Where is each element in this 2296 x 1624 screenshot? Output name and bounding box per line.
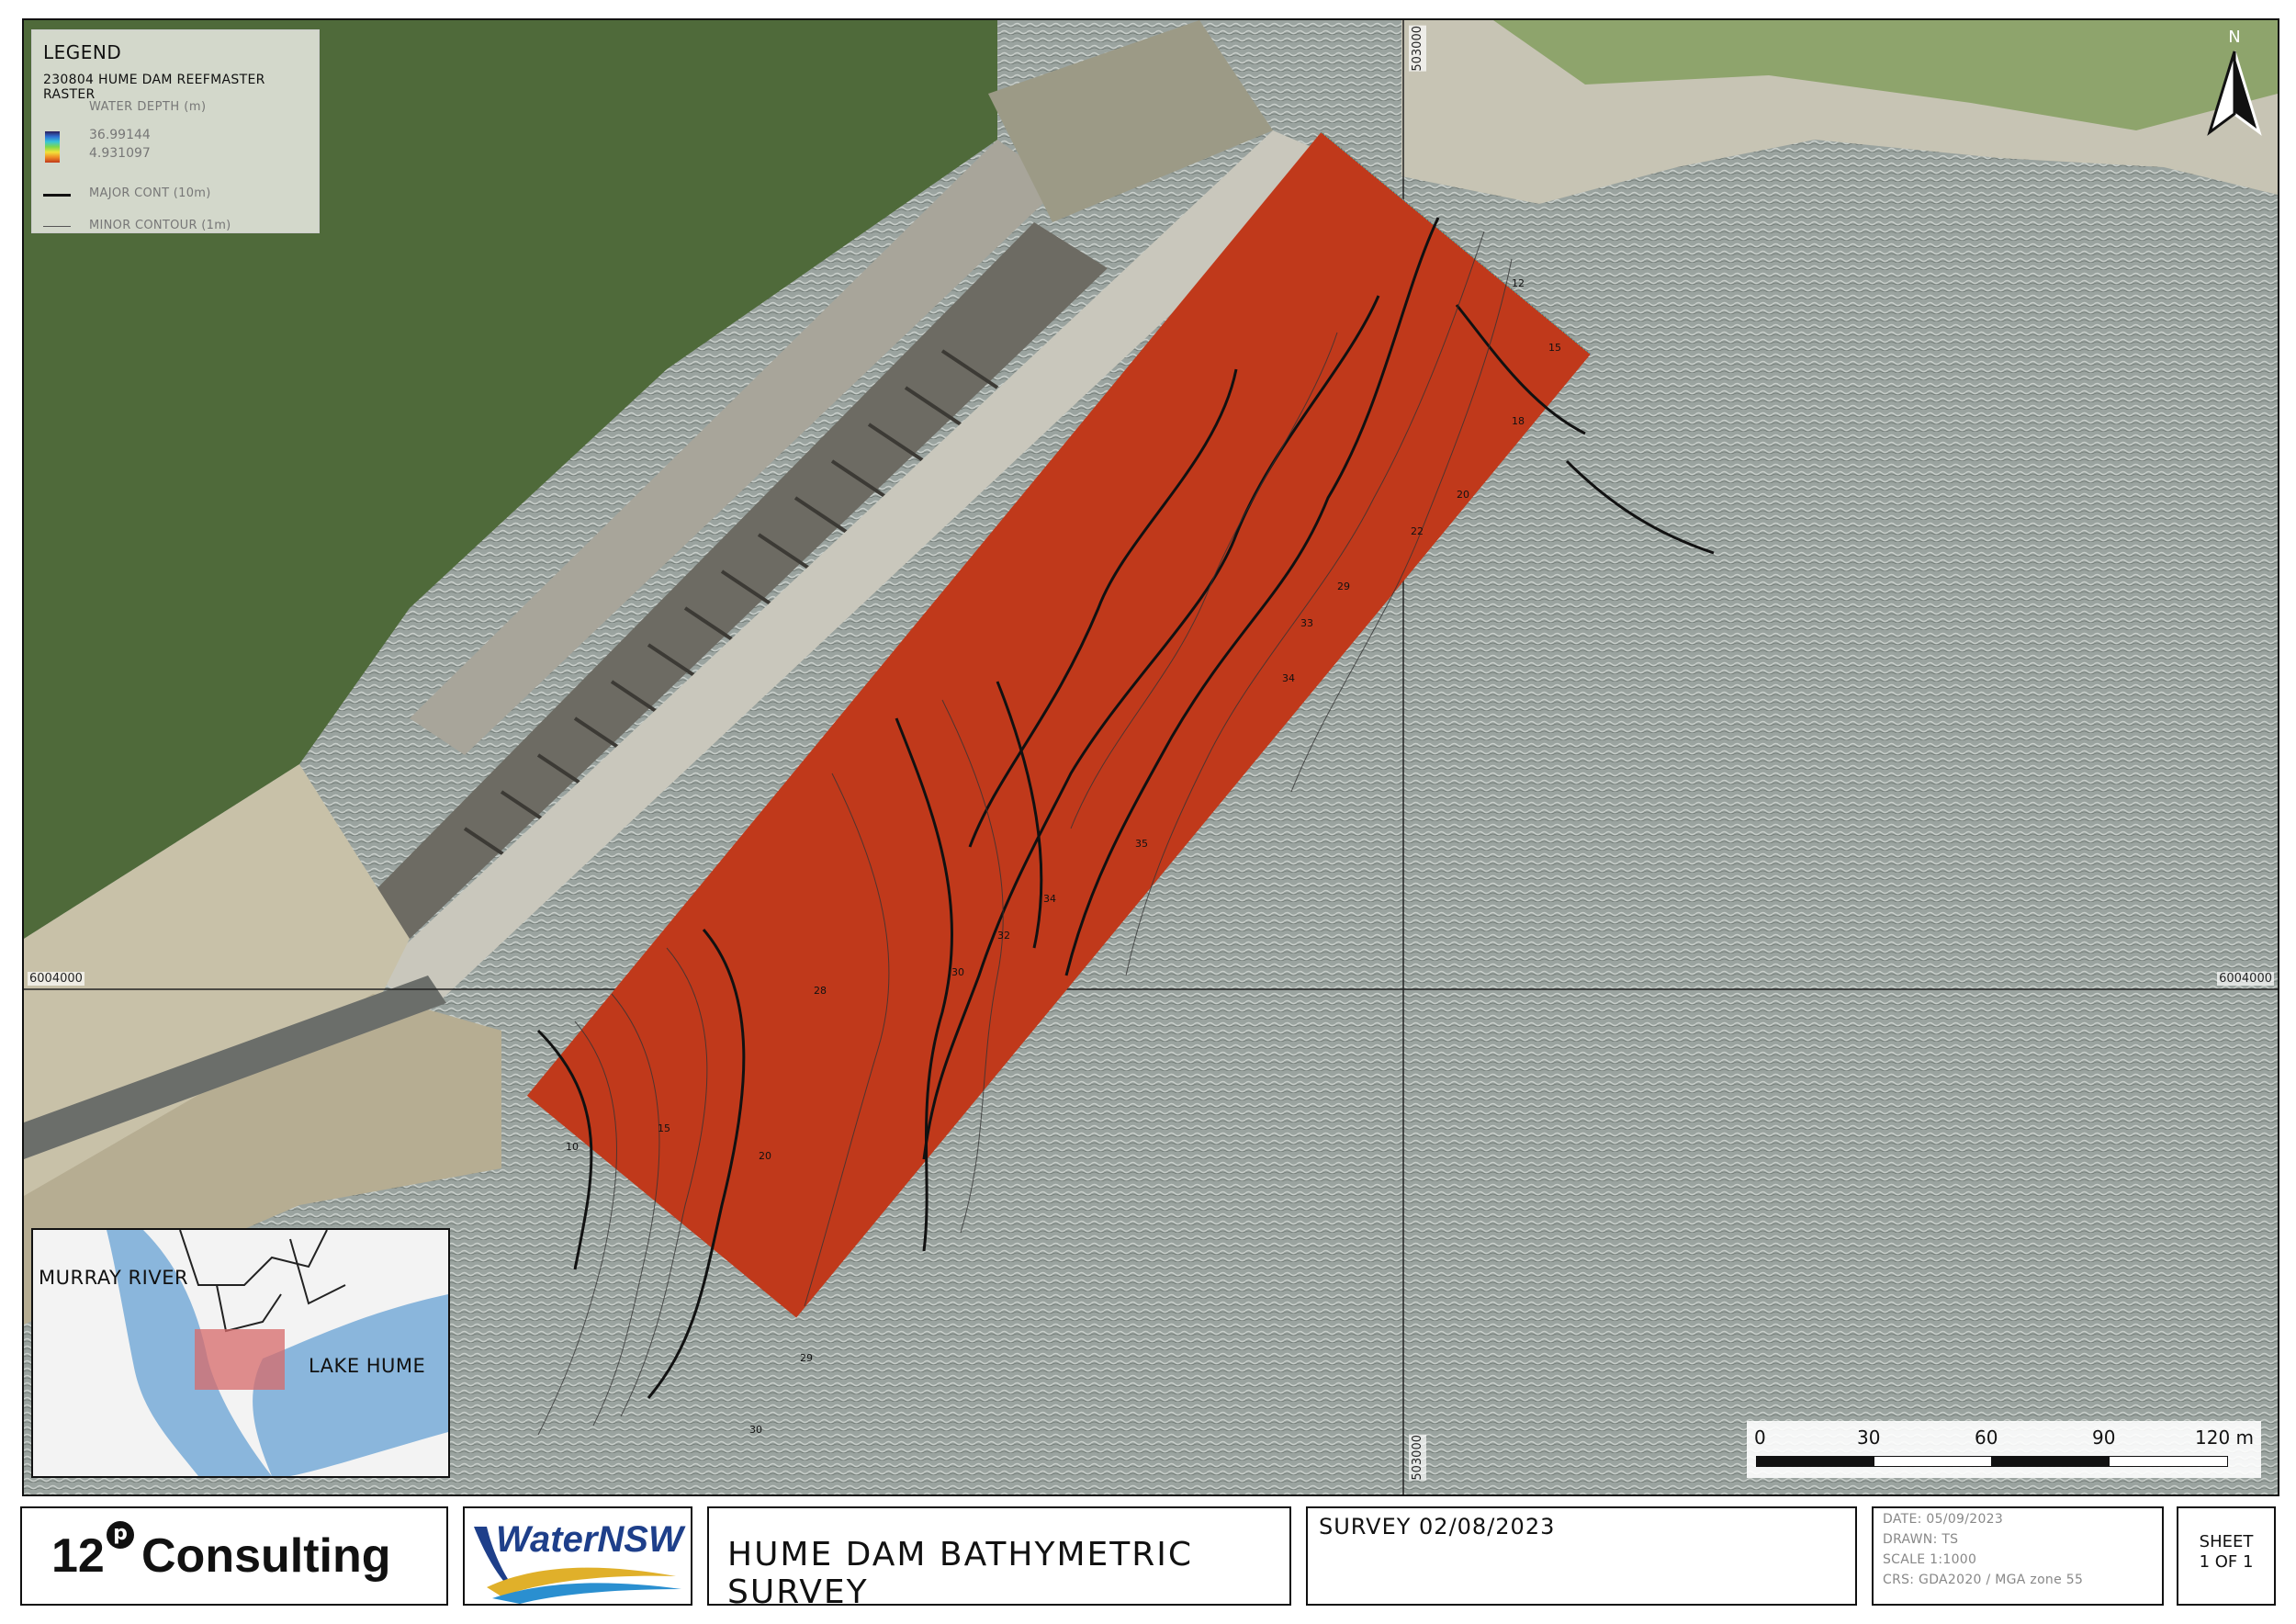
major-contour-swatch — [43, 194, 71, 197]
contour-label: 35 — [1135, 838, 1148, 850]
client-logo-box: WaterNSW — [463, 1506, 692, 1606]
scale-segment — [2109, 1456, 2228, 1467]
legend-minor-contour-label: MINOR CONTOUR (1m) — [89, 219, 231, 232]
survey-box: SURVEY 02/08/2023 — [1306, 1506, 1857, 1606]
contour-label: 33 — [1300, 617, 1313, 629]
contour-label: 15 — [1548, 342, 1561, 354]
contour-label: 10 — [566, 1141, 579, 1153]
contour-label: 32 — [997, 930, 1010, 942]
legend-max-value: 36.99144 — [89, 128, 151, 142]
drawing-crs: CRS: GDA2020 / MGA zone 55 — [1883, 1573, 2084, 1587]
north-label: N — [2228, 28, 2241, 47]
scale-tick: 60 — [1975, 1427, 1998, 1449]
legend-raster-label: WATER DEPTH (m) — [89, 100, 207, 114]
company-logo-box: 12 p Consulting — [20, 1506, 448, 1606]
contour-label: 34 — [1043, 893, 1056, 905]
scale-tick: 90 — [2092, 1427, 2116, 1449]
contour-label: 30 — [951, 966, 964, 978]
scale-segment — [1874, 1456, 1993, 1467]
drawing-details-box: DATE: 05/09/2023 DRAWN: TS SCALE 1:1000 … — [1872, 1506, 2164, 1606]
legend-title: LEGEND — [43, 41, 122, 63]
legend-min-value: 4.931097 — [89, 146, 151, 161]
grid-easting-bottom: 503000 — [1409, 1435, 1426, 1481]
company-logo-p-icon: p — [107, 1521, 134, 1549]
grid-northing-right: 6004000 — [2217, 972, 2274, 986]
legend-major-contour-label: MAJOR CONT (10m) — [89, 186, 211, 200]
scale-tick: 0 — [1754, 1427, 1766, 1449]
survey-date: SURVEY 02/08/2023 — [1319, 1514, 1556, 1539]
contour-label: 18 — [1512, 415, 1525, 427]
sheet-label: SHEET — [2199, 1532, 2254, 1551]
client-logo-text: WaterNSW — [496, 1519, 683, 1560]
contour-label: 28 — [814, 985, 827, 997]
depth-color-ramp — [45, 131, 60, 163]
north-arrow: N — [2202, 28, 2267, 138]
sheet-number: 1 OF 1 — [2199, 1552, 2254, 1572]
minor-contour-swatch — [43, 226, 71, 227]
inset-label-murray-river: MURRAY RIVER — [39, 1267, 189, 1289]
contour-label: 22 — [1411, 525, 1424, 537]
company-name: Consulting — [141, 1529, 391, 1583]
grid-northing-left: 6004000 — [28, 972, 84, 986]
contour-label: 30 — [749, 1424, 762, 1436]
inset-label-lake-hume: LAKE HUME — [309, 1355, 426, 1377]
contour-label: 15 — [658, 1122, 670, 1134]
drawn-by: DRAWN: TS — [1883, 1532, 1959, 1547]
project-title: HUME DAM BATHYMETRIC SURVEY — [727, 1536, 1194, 1611]
drawing-date: DATE: 05/09/2023 — [1883, 1512, 2004, 1527]
contour-label: 34 — [1282, 672, 1295, 684]
scale-segment — [1991, 1456, 2110, 1467]
company-logo-number: 12 — [51, 1529, 105, 1583]
contour-label: 29 — [1337, 581, 1350, 592]
sheet-box: SHEET 1 OF 1 — [2177, 1506, 2276, 1606]
map-frame[interactable]: 12 15 18 20 22 29 33 34 35 34 32 30 28 2… — [22, 18, 2279, 1496]
legend-layer-name: 230804 HUME DAM REEFMASTER RASTER — [43, 73, 265, 102]
map-legend: LEGEND 230804 HUME DAM REEFMASTER RASTER… — [31, 29, 320, 233]
drawing-scale: SCALE 1:1000 — [1883, 1552, 1977, 1567]
scale-tick: 30 — [1857, 1427, 1881, 1449]
inset-locator-map[interactable]: MURRAY RIVER LAKE HUME — [31, 1228, 450, 1478]
grid-easting-top: 503000 — [1409, 26, 1426, 72]
scale-bar: 0 30 60 90 120 m — [1747, 1421, 2261, 1478]
north-arrow-icon — [2207, 51, 2262, 136]
contour-label: 20 — [1457, 489, 1469, 501]
contour-label: 20 — [759, 1150, 771, 1162]
contour-label: 29 — [800, 1352, 813, 1364]
project-title-box: HUME DAM BATHYMETRIC SURVEY — [707, 1506, 1291, 1611]
contour-label: 12 — [1512, 277, 1525, 289]
scale-segment — [1756, 1456, 1875, 1467]
scale-tick: 120 m — [2195, 1427, 2255, 1449]
